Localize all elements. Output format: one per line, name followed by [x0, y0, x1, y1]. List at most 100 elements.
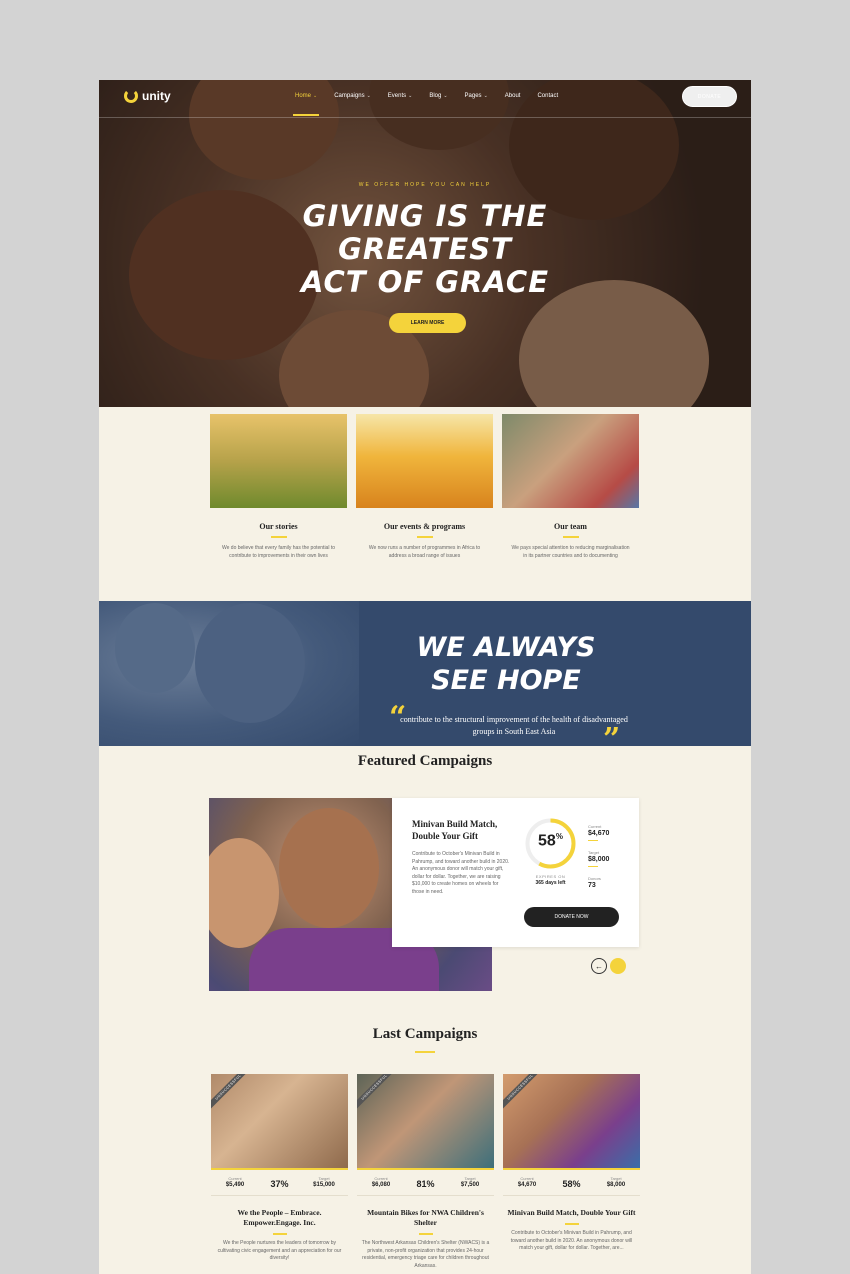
campaign-card-title[interactable]: Minivan Build Match, Double Your Gift — [503, 1208, 640, 1218]
hero-title: GIVING IS THE GREATEST ACT OF GRACE — [99, 200, 751, 299]
stat-target: Target $8,000 — [588, 850, 609, 867]
divider — [562, 536, 579, 538]
campaign-card[interactable]: UNSUCCESSFUL Current $6,080 81% Target $7,… — [357, 1074, 494, 1270]
stat-current: Current $5,490 — [215, 1176, 255, 1195]
feature-text: We pays special attention to reducing ma… — [511, 545, 630, 559]
divider — [416, 536, 433, 538]
campaign-photo-face — [279, 808, 379, 928]
hero-kicker: WE OFFER HOPE YOU CAN HELP — [358, 182, 492, 188]
stat-label: Target — [318, 1176, 330, 1181]
campaign-card-image: UNSUCCESSFUL — [357, 1074, 494, 1168]
hero-title-line: GREATEST — [338, 232, 512, 266]
stat-value: $4,670 — [517, 1182, 537, 1188]
stat-label: Current — [228, 1176, 242, 1181]
campaign-description: Contribute to October's Minivan Build in… — [412, 851, 510, 895]
stat-value: $8,000 — [588, 856, 610, 863]
stat-label: Donors — [588, 876, 601, 881]
campaign-stats: Current $4,670 58% Target $8,000 — [503, 1170, 640, 1196]
stat-value: $7,500 — [460, 1182, 480, 1188]
stat-label: Current — [520, 1176, 534, 1181]
hope-banner: WE ALWAYS SEE HOPE “ contribute to the s… — [99, 601, 751, 746]
campaign-stats: Current $6,080 81% Target $7,500 — [357, 1170, 494, 1196]
campaign-card-text: The Northwest Arkansas Children's Shelte… — [361, 1240, 490, 1269]
progress-percent: 58% — [523, 832, 578, 850]
chevron-down-icon: ⌄ — [443, 93, 448, 99]
stat-value: $4,670 — [588, 830, 610, 837]
feature-card[interactable]: Our events & programs We now runs a numb… — [356, 414, 493, 560]
campaign-card-text: We the People nurtures the leaders of to… — [217, 1240, 342, 1261]
campaign-photo-face — [209, 838, 279, 948]
logo-text: unity — [142, 89, 171, 103]
divider — [272, 1233, 287, 1235]
last-campaigns-heading: Last Campaigns — [372, 1026, 478, 1042]
progress-percent-sign: % — [555, 832, 563, 841]
campaign-card-image: UNSUCCESSFUL — [211, 1074, 348, 1168]
banner-photo-face — [115, 603, 195, 693]
banner-title-line: WE ALWAYS — [416, 632, 596, 663]
nav-item-events[interactable]: Events ⌄ — [388, 93, 413, 99]
campaign-card[interactable]: UNSUCCESSFUL Current $5,490 37% Target $15… — [211, 1074, 348, 1263]
feature-image — [356, 414, 493, 508]
banner-photo — [99, 601, 359, 746]
campaign-stats: Current $5,490 37% Target $15,000 — [211, 1170, 348, 1196]
stat-value: 73 — [588, 882, 596, 889]
stat-percent: 58% — [562, 1179, 581, 1189]
nav-item-contact[interactable]: Contact — [537, 93, 558, 99]
stat-target: Target $7,500 — [450, 1176, 490, 1195]
status-ribbon: UNSUCCESSFUL — [211, 1074, 253, 1112]
feature-title[interactable]: Our events & programs — [356, 522, 493, 531]
featured-campaign-card: Minivan Build Match, Double Your Gift Co… — [392, 798, 639, 947]
divider — [588, 866, 598, 867]
banner-photo-face — [195, 603, 305, 723]
feature-title[interactable]: Our team — [502, 522, 639, 531]
campaign-title[interactable]: Minivan Build Match, Double Your Gift — [412, 818, 502, 842]
feature-card[interactable]: Our team We pays special attention to re… — [502, 414, 639, 560]
campaign-card-image: UNSUCCESSFUL — [503, 1074, 640, 1168]
campaign-card-title[interactable]: We the People – Embrace. Empower.Engage.… — [211, 1208, 348, 1228]
stat-label: Current — [588, 824, 602, 829]
chevron-down-icon: ⌄ — [483, 93, 488, 99]
feature-image — [210, 414, 347, 508]
nav-item-about[interactable]: About — [505, 93, 521, 99]
stat-value: $15,000 — [313, 1182, 335, 1188]
carousel-next-button[interactable] — [610, 958, 626, 974]
nav-item-home[interactable]: Home ⌄ — [292, 93, 320, 116]
feature-card[interactable]: Our stories We do believe that every fam… — [210, 414, 347, 560]
chevron-down-icon: ⌄ — [366, 93, 371, 99]
feature-text: We do believe that every family has the … — [221, 545, 336, 559]
featured-campaigns-heading: Featured Campaigns — [357, 753, 493, 769]
divider — [588, 840, 598, 841]
expires-label: EXPIRES ON — [535, 874, 566, 879]
nav-item-blog[interactable]: Blog ⌄ — [429, 93, 447, 99]
divider — [564, 1223, 579, 1225]
campaign-card[interactable]: UNSUCCESSFUL Current $4,670 58% Target $8,… — [503, 1074, 640, 1253]
chevron-down-icon: ⌄ — [313, 93, 318, 99]
stat-label: Target — [464, 1176, 476, 1181]
stat-label: Target — [610, 1176, 622, 1181]
carousel-prev-button[interactable]: ← — [591, 958, 607, 974]
banner-title-line: SEE HOPE — [431, 665, 581, 696]
donate-button[interactable]: DONATE — [682, 86, 737, 107]
donate-now-button[interactable]: DONATE NOW — [524, 907, 619, 927]
nav-item-campaigns[interactable]: Campaigns ⌄ — [334, 93, 371, 99]
nav-item-pages[interactable]: Pages ⌄ — [465, 93, 488, 99]
campaign-card-text: Contribute to October's Minivan Build in… — [510, 1230, 633, 1251]
stat-current: Current $4,670 — [588, 824, 609, 841]
banner-quote: contribute to the structural improvement… — [400, 715, 628, 736]
stat-value: $8,000 — [606, 1182, 626, 1188]
quote-close-icon: ” — [603, 722, 621, 747]
stat-percent: 37% — [270, 1179, 289, 1189]
progress-percent-value: 58 — [538, 832, 556, 850]
logo[interactable]: unity — [124, 89, 171, 103]
divider — [415, 1051, 435, 1053]
stat-label: Target — [588, 850, 600, 855]
hero-title-line: GIVING IS THE — [302, 199, 548, 233]
arrow-left-icon: ← — [595, 961, 603, 971]
feature-title[interactable]: Our stories — [210, 522, 347, 531]
feature-text: We now runs a number of programmes in Af… — [368, 545, 481, 559]
stat-current: Current $4,670 — [507, 1176, 547, 1195]
campaign-card-title[interactable]: Mountain Bikes for NWA Children's Shelte… — [357, 1208, 494, 1228]
stat-value: $5,490 — [225, 1182, 245, 1188]
status-ribbon: UNSUCCESSFUL — [503, 1074, 545, 1112]
learn-more-button[interactable]: LEARN MORE — [389, 313, 466, 333]
